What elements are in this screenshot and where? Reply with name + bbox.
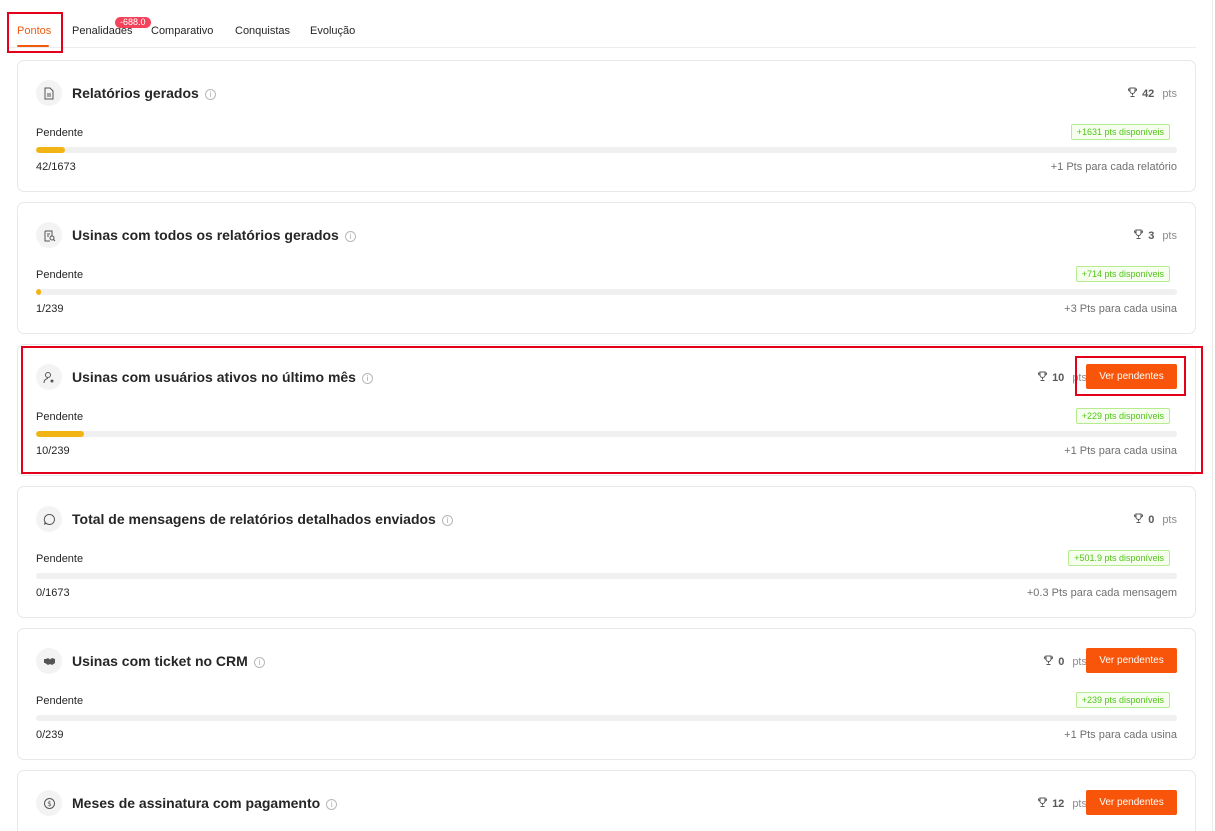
handshake-icon xyxy=(36,648,62,674)
tab-conquistas[interactable]: Conquistas xyxy=(235,12,290,48)
points-display: 0 pts xyxy=(1043,655,1087,669)
scoring-rule: +3 Pts para cada usina xyxy=(1064,303,1177,315)
trophy-icon xyxy=(1043,655,1054,669)
document-icon xyxy=(36,80,62,106)
message-icon xyxy=(36,506,62,532)
progress-fill xyxy=(36,289,41,295)
score-card-mensagens: Total de mensagens de relatórios detalha… xyxy=(17,486,1196,618)
progress-bar xyxy=(36,147,1177,153)
progress-count: 0/1673 xyxy=(36,587,70,599)
points-value: 12 xyxy=(1052,798,1065,810)
tab-pontos[interactable]: Pontos xyxy=(17,12,51,48)
status-label: Pendente xyxy=(36,127,84,139)
card-title: Usinas com usuários ativos no último mês… xyxy=(72,369,373,385)
points-unit: pts xyxy=(1072,656,1087,668)
trophy-icon xyxy=(1133,513,1144,527)
ver-pendentes-button[interactable]: Ver pendentes xyxy=(1086,648,1177,673)
score-card-usuarios-ativos: Usinas com usuários ativos no último mês… xyxy=(17,344,1196,476)
points-display: 12 pts xyxy=(1037,797,1087,811)
progress-bar xyxy=(36,289,1177,295)
points-unit: pts xyxy=(1162,88,1177,100)
score-card-relatorios: Relatórios gerados i 42 pts Pendente +163… xyxy=(17,60,1196,192)
points-value: 42 xyxy=(1142,88,1155,100)
available-points-tag: +714 pts disponíveis xyxy=(1075,266,1170,282)
points-unit: pts xyxy=(1162,514,1177,526)
info-icon[interactable]: i xyxy=(253,657,265,668)
active-tab-indicator xyxy=(17,45,49,47)
status-label: Pendente xyxy=(36,269,84,281)
progress-bar xyxy=(36,715,1177,721)
card-title: Usinas com todos os relatórios gerados i xyxy=(72,227,356,243)
scoring-rule: +1 Pts para cada usina xyxy=(1064,729,1177,741)
progress-count: 1/239 xyxy=(36,303,64,315)
points-value: 0 xyxy=(1058,656,1065,668)
status-label: Pendente xyxy=(36,695,84,707)
info-icon[interactable]: i xyxy=(326,799,338,810)
info-icon[interactable]: i xyxy=(344,231,356,242)
available-points-tag: +1631 pts disponíveis xyxy=(1070,124,1170,140)
points-value: 10 xyxy=(1052,372,1065,384)
tab-comparativo[interactable]: Comparativo xyxy=(151,12,213,48)
score-card-assinatura: $ Meses de assinatura com pagamento i 12 … xyxy=(17,770,1196,831)
user-active-icon xyxy=(36,364,62,390)
trophy-icon xyxy=(1037,371,1048,385)
points-display: 10 pts xyxy=(1037,371,1087,385)
info-icon[interactable]: i xyxy=(204,89,216,100)
trophy-icon xyxy=(1133,229,1144,243)
progress-count: 0/239 xyxy=(36,729,64,741)
progress-fill xyxy=(36,431,84,437)
tab-evolucao[interactable]: Evolução xyxy=(310,12,355,48)
tab-bar: Pontos Penalidades -688.0 Comparativo Co… xyxy=(8,12,1196,48)
info-icon[interactable]: i xyxy=(441,515,453,526)
card-title: Total de mensagens de relatórios detalha… xyxy=(72,511,453,527)
scoring-rule: +0.3 Pts para cada mensagem xyxy=(1026,587,1177,599)
scoring-rule: +1 Pts para cada usina xyxy=(1064,445,1177,457)
svg-text:$: $ xyxy=(47,800,51,808)
status-label: Pendente xyxy=(36,411,84,423)
points-display: 42 pts xyxy=(1127,87,1177,101)
penalty-badge: -688.0 xyxy=(115,17,151,28)
trophy-icon xyxy=(1037,797,1048,811)
available-points-tag: +501.9 pts disponíveis xyxy=(1068,550,1170,566)
dollar-icon: $ xyxy=(36,790,62,816)
progress-count: 42/1673 xyxy=(36,161,76,173)
card-title: Usinas com ticket no CRM i xyxy=(72,653,265,669)
points-unit: pts xyxy=(1072,372,1087,384)
available-points-tag: +229 pts disponíveis xyxy=(1075,408,1170,424)
score-card-usinas-relatorios: Usinas com todos os relatórios gerados i … xyxy=(17,202,1196,334)
info-icon[interactable]: i xyxy=(361,373,373,384)
points-display: 0 pts xyxy=(1133,513,1177,527)
progress-bar xyxy=(36,573,1177,579)
points-unit: pts xyxy=(1162,230,1177,242)
card-title: Meses de assinatura com pagamento i xyxy=(72,795,338,811)
progress-bar xyxy=(36,431,1177,437)
points-value: 0 xyxy=(1148,514,1155,526)
points-unit: pts xyxy=(1072,798,1087,810)
trophy-icon xyxy=(1127,87,1138,101)
points-display: 3 pts xyxy=(1133,229,1177,243)
progress-count: 10/239 xyxy=(36,445,70,457)
ver-pendentes-button[interactable]: Ver pendentes xyxy=(1086,790,1177,815)
card-title: Relatórios gerados i xyxy=(72,85,216,101)
points-value: 3 xyxy=(1148,230,1155,242)
page-edge-divider xyxy=(1212,0,1213,831)
score-card-ticket-crm: Usinas com ticket no CRM i 0 pts Ver pend… xyxy=(17,628,1196,760)
progress-fill xyxy=(36,147,65,153)
status-label: Pendente xyxy=(36,553,84,565)
available-points-tag: +239 pts disponíveis xyxy=(1075,692,1170,708)
clipboard-search-icon xyxy=(36,222,62,248)
scoring-rule: +1 Pts para cada relatório xyxy=(1050,161,1177,173)
ver-pendentes-button[interactable]: Ver pendentes xyxy=(1086,364,1177,389)
